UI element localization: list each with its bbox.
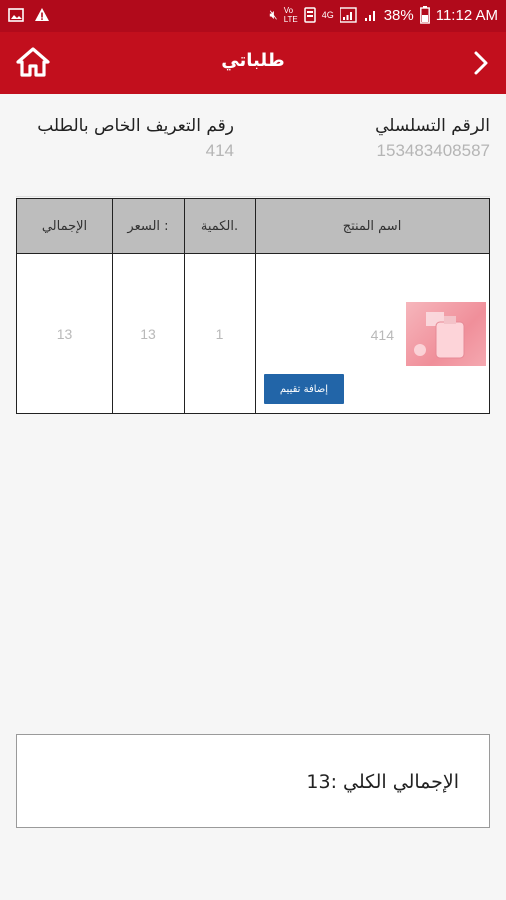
- status-bar: 🔇︎ Vo LTE 4G 38% 11:12 AM: [0, 0, 506, 32]
- serial-value: 153483408587: [376, 141, 490, 160]
- order-id-label: رقم التعريف الخاص بالطلب: [37, 116, 234, 136]
- mute-icon: 🔇︎: [269, 7, 278, 22]
- serial-label: الرقم التسلسلي: [375, 116, 490, 136]
- row-product-name: 414: [370, 327, 394, 343]
- total-box: الإجمالي الكلي :13: [16, 734, 490, 828]
- product-image[interactable]: [406, 302, 486, 366]
- page-title: طلباتي: [221, 50, 285, 71]
- header-price: السعر :: [127, 218, 169, 234]
- image-icon: [8, 8, 24, 22]
- sync-icon: [303, 7, 316, 23]
- header-quantity: الكمية.: [200, 218, 239, 234]
- order-id-section: رقم التعريف الخاص بالطلب 414: [37, 116, 234, 161]
- battery-icon: [419, 6, 430, 24]
- chevron-right-icon: [474, 51, 488, 75]
- clock: 11:12 AM: [435, 6, 498, 24]
- row-quantity: 1: [215, 325, 224, 342]
- header-product-name: اسم المنتج: [342, 218, 402, 234]
- divider: [16, 196, 490, 197]
- row-price: 13: [140, 325, 156, 342]
- row-total: 13: [56, 325, 73, 342]
- signal-icon: [339, 7, 357, 23]
- notification-icons: [8, 7, 50, 23]
- warning-icon: [35, 8, 49, 21]
- back-button[interactable]: [466, 44, 496, 82]
- system-icons: 🔇︎ Vo LTE 4G 38% 11:12 AM: [269, 6, 498, 24]
- add-rating-button[interactable]: إضافة تقييم: [264, 374, 344, 404]
- perfume-bottle-icon: [414, 312, 465, 359]
- header-total: الإجمالي: [41, 218, 88, 234]
- serial-section: الرقم التسلسلي 153483408587: [375, 116, 490, 161]
- grand-total: الإجمالي الكلي :13: [306, 771, 459, 793]
- order-id-value: 414: [205, 141, 234, 160]
- signal-bars-icon: [364, 11, 375, 21]
- volte-icon: Vo LTE: [283, 6, 298, 24]
- battery-percent: 38%: [383, 6, 414, 24]
- network-type-icon: 4G: [321, 10, 334, 20]
- app-bar: طلباتي: [0, 32, 506, 94]
